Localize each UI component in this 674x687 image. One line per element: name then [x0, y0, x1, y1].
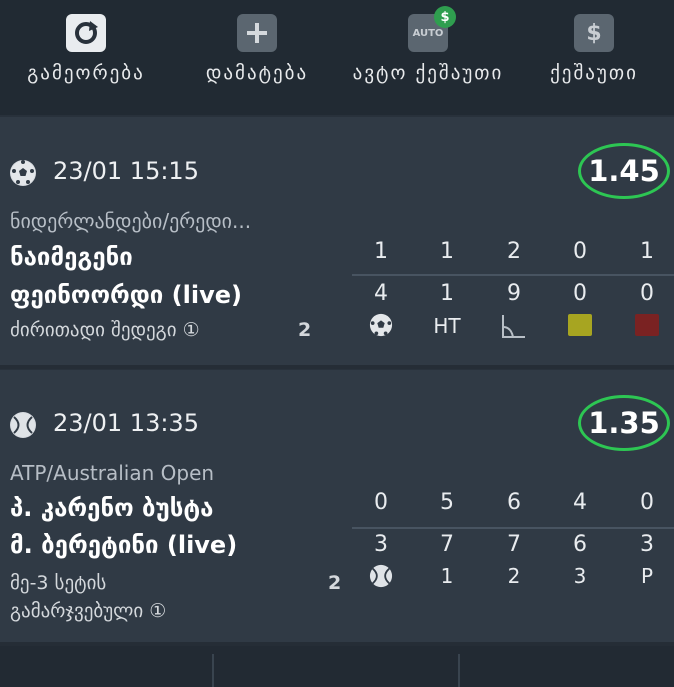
score-divider	[352, 527, 674, 529]
score-cell: 0	[640, 490, 654, 515]
market-count: 2	[328, 572, 342, 594]
odds-badge[interactable]: 1.35	[578, 395, 670, 451]
bottom-bar-divider	[212, 654, 214, 687]
team-away: მ. ბერეტინი (live)	[10, 531, 238, 559]
plus-icon	[237, 14, 277, 52]
action-toolbar: გამეორება დამატება AUTO $ ავტო ქეშაუთი $…	[0, 0, 674, 115]
score-cell: 5	[440, 490, 454, 515]
auto-cashout-label: ავტო ქეშაუთი	[352, 62, 504, 84]
add-button[interactable]: დამატება	[172, 0, 342, 115]
score-cell: 6	[507, 490, 521, 515]
tennis-ball-icon	[10, 412, 36, 438]
score-cell: 3	[374, 532, 388, 557]
odds-badge[interactable]: 1.45	[578, 143, 670, 199]
halftime-label: HT	[433, 314, 461, 338]
market-name-line1: მე-3 სეტის	[10, 572, 107, 594]
set-1-label: 1	[440, 564, 454, 588]
league-name: ნიდერლანდები/ერედი...	[10, 209, 252, 233]
bet-event-card[interactable]: 23/01 13:35 1.35 ATP/Australian Open პ. …	[0, 370, 674, 642]
repeat-label: გამეორება	[27, 62, 145, 84]
yellow-card-icon	[568, 314, 592, 336]
league-name: ATP/Australian Open	[10, 461, 215, 485]
score-cell: 3	[640, 532, 654, 557]
score-cell: 7	[440, 532, 454, 557]
market-count: 2	[298, 319, 312, 341]
score-cell: 0	[573, 239, 587, 264]
goals-soccer-ball-icon	[369, 313, 393, 341]
red-card-icon	[635, 314, 659, 336]
corner-flag-icon	[501, 313, 527, 343]
bottom-bar-divider	[458, 654, 460, 687]
bottom-bar	[0, 646, 674, 687]
soccer-ball-icon	[10, 160, 36, 186]
auto-cashout-icon: AUTO $	[408, 6, 456, 52]
score-cell: 1	[440, 281, 454, 306]
cashout-label: ქეშაუთი	[550, 62, 638, 84]
score-cell: 4	[374, 281, 388, 306]
score-cell: 0	[374, 490, 388, 515]
dollar-badge-icon: $	[434, 6, 456, 28]
repeat-icon	[66, 14, 106, 52]
cashout-button[interactable]: $ ქეშაუთი	[514, 0, 674, 115]
card-divider	[0, 365, 674, 369]
score-cell: 1	[640, 239, 654, 264]
bet-event-card[interactable]: 23/01 15:15 1.45 ნიდერლანდები/ერედი... ნ…	[0, 117, 674, 365]
set-3-label: 3	[573, 564, 587, 588]
team-home: პ. კარენო ბუსტა	[10, 494, 214, 522]
market-name-line2: გამარჯვებული ①	[10, 600, 167, 622]
score-cell: 9	[507, 281, 521, 306]
score-cell: 0	[640, 281, 654, 306]
score-cell: 6	[573, 532, 587, 557]
score-cell: 4	[573, 490, 587, 515]
score-cell: 7	[507, 532, 521, 557]
set-2-label: 2	[507, 564, 521, 588]
points-label: P	[640, 564, 654, 588]
sets-tennis-ball-icon	[369, 564, 393, 592]
event-datetime: 23/01 13:35	[53, 409, 199, 437]
score-cell: 1	[374, 239, 388, 264]
market-name: ძირითადი შედეგი ①	[10, 319, 200, 341]
team-home: ნაიმეგენი	[10, 243, 133, 271]
score-cell: 2	[507, 239, 521, 264]
score-cell: 1	[440, 239, 454, 264]
score-divider	[352, 274, 674, 276]
repeat-button[interactable]: გამეორება	[0, 0, 172, 115]
auto-cashout-button[interactable]: AUTO $ ავტო ქეშაუთი	[342, 0, 514, 115]
dollar-icon: $	[574, 14, 614, 52]
team-away: ფეინოორდი (live)	[10, 281, 242, 309]
event-datetime: 23/01 15:15	[53, 157, 199, 185]
add-label: დამატება	[205, 62, 309, 84]
score-cell: 0	[573, 281, 587, 306]
